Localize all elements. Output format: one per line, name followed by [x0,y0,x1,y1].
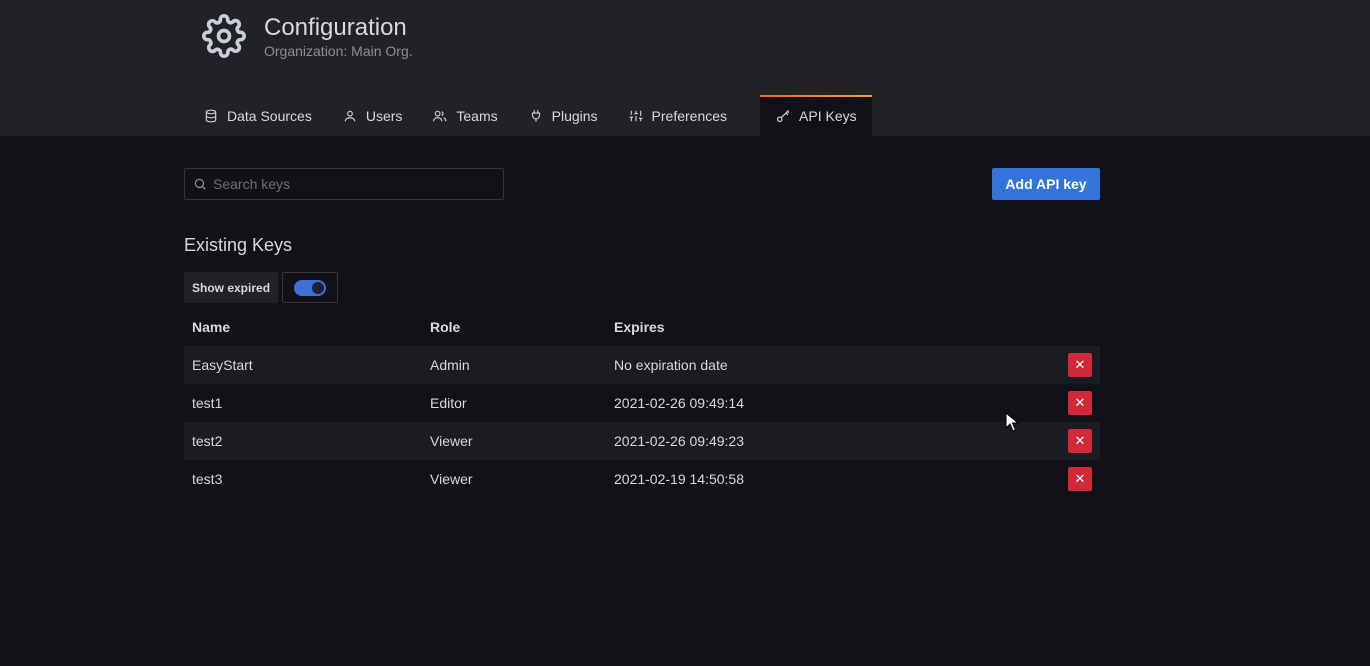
close-icon: ✕ [1074,433,1086,448]
header-title-row: Configuration Organization: Main Org. [200,12,413,60]
tab-bar: Data Sources Users Teams Plugins Prefere… [188,95,872,136]
plug-icon [528,108,544,124]
key-expires: 2021-02-26 09:49:23 [614,433,744,449]
key-name: test3 [192,471,223,487]
page-subtitle: Organization: Main Org. [264,43,413,59]
key-role: Admin [430,357,470,373]
show-expired-toggle-wrap [282,272,339,303]
delete-cell: ✕ [1040,346,1100,384]
key-name: EasyStart [192,357,253,373]
key-expires: No expiration date [614,357,728,373]
api-keys-table: Name Role Expires EasyStart Admin No exp… [184,308,1100,498]
delete-key-button[interactable]: ✕ [1068,429,1092,453]
delete-cell: ✕ [1040,460,1100,498]
user-icon [342,108,358,124]
search-input[interactable] [213,176,493,192]
tab-label: Data Sources [227,107,312,124]
gear-icon [200,12,248,60]
tab-teams[interactable]: Teams [417,95,512,136]
table-row: test1 Editor 2021-02-26 09:49:14 ✕ [184,384,1100,422]
tab-label: Preferences [651,107,728,124]
column-header-name: Name [192,319,231,335]
column-header-role: Role [430,319,461,335]
search-box [184,168,504,200]
column-header-actions [1040,308,1100,346]
table-row: EasyStart Admin No expiration date ✕ [184,346,1100,384]
database-icon [203,108,219,124]
mouse-cursor-icon [1005,411,1020,437]
show-expired-label: Show expired [184,272,279,303]
close-icon: ✕ [1074,471,1086,486]
tab-label: Plugins [551,107,598,124]
show-expired-row: Show expired [184,272,339,303]
page-header: Configuration Organization: Main Org. Da… [0,0,1370,136]
delete-cell: ✕ [1040,422,1100,460]
tab-data-sources[interactable]: Data Sources [188,95,327,136]
sliders-icon [628,108,644,124]
tab-preferences[interactable]: Preferences [613,95,742,136]
section-title: Existing Keys [184,235,293,255]
key-icon [775,108,791,124]
tab-users[interactable]: Users [327,95,418,136]
tab-plugins[interactable]: Plugins [513,95,613,136]
tab-label: Users [365,107,403,124]
key-expires: 2021-02-26 09:49:14 [614,395,744,411]
add-api-key-button[interactable]: Add API key [992,168,1100,200]
delete-cell: ✕ [1040,384,1100,422]
tab-api-keys[interactable]: API Keys [760,95,872,136]
tab-label: Teams [456,107,498,124]
column-header-expires: Expires [614,319,665,335]
page-title: Configuration [264,14,407,41]
show-expired-toggle[interactable] [294,279,327,296]
header-text: Configuration Organization: Main Org. [264,12,413,58]
key-role: Editor [430,395,467,411]
tab-label: API Keys [799,107,857,124]
key-name: test2 [192,433,223,449]
key-expires: 2021-02-19 14:50:58 [614,471,744,487]
table-row: test2 Viewer 2021-02-26 09:49:23 ✕ [184,422,1100,460]
users-icon [432,108,448,124]
close-icon: ✕ [1074,395,1086,410]
key-role: Viewer [430,471,473,487]
key-role: Viewer [430,433,473,449]
key-name: test1 [192,395,223,411]
delete-key-button[interactable]: ✕ [1068,353,1092,377]
close-icon: ✕ [1074,357,1086,372]
table-header-row: Name Role Expires [184,308,1100,346]
delete-key-button[interactable]: ✕ [1068,467,1092,491]
table-row: test3 Viewer 2021-02-19 14:50:58 ✕ [184,460,1100,498]
search-icon [193,177,207,191]
delete-key-button[interactable]: ✕ [1068,391,1092,415]
